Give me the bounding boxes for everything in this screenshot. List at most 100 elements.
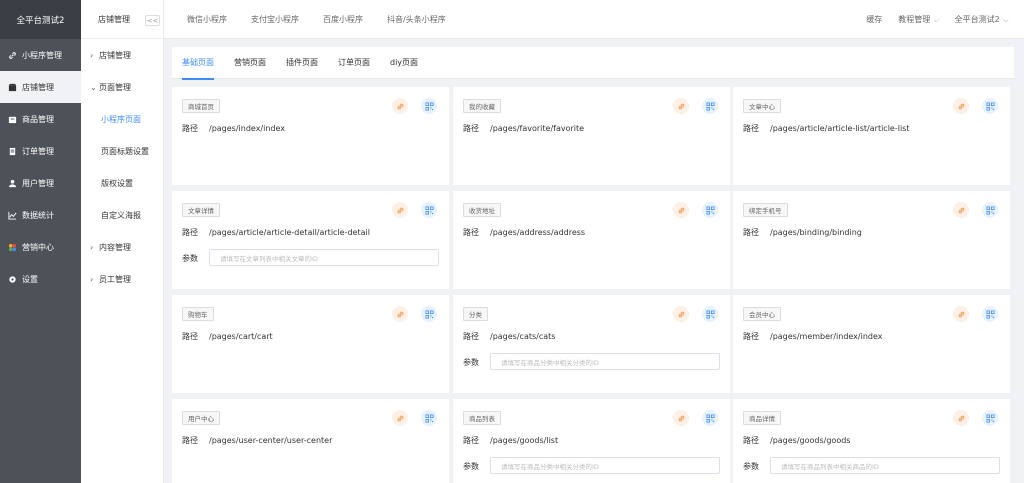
qrcode-icon	[705, 413, 715, 423]
sidebar-item-shop[interactable]: 店铺管理	[0, 71, 81, 103]
copy-link-button[interactable]	[392, 410, 408, 426]
qrcode-button[interactable]	[702, 98, 718, 114]
link-icon	[957, 310, 966, 319]
tab-order-pages[interactable]: 订单页面	[338, 47, 370, 79]
path-value: /pages/goods/goods	[770, 436, 851, 445]
sidebar-item-stats[interactable]: 数据统计	[0, 199, 81, 231]
param-label: 参数	[743, 462, 759, 471]
subnav-item-miniprogram-pages[interactable]: 小程序页面	[81, 103, 163, 135]
copy-link-button[interactable]	[953, 410, 969, 426]
subnav-header: 店铺管理 <<	[81, 0, 163, 39]
path-label: 路径	[182, 124, 198, 133]
platform-tab-baidu[interactable]: 百度小程序	[323, 14, 363, 25]
header-actions: 缓存 教程管理 ⌵ 全平台测试2 ⌵	[866, 0, 1024, 39]
subnav-group-shop[interactable]: › 店铺管理	[81, 39, 163, 71]
link-icon	[677, 414, 686, 423]
param-label: 参数	[463, 358, 479, 367]
copy-link-button[interactable]	[953, 98, 969, 114]
qrcode-icon	[424, 309, 434, 319]
qrcode-button[interactable]	[702, 410, 718, 426]
tab-marketing-pages[interactable]: 营销页面	[234, 47, 266, 79]
qrcode-button[interactable]	[982, 410, 998, 426]
copy-link-button[interactable]	[673, 98, 689, 114]
page-name-tag: 会员中心	[743, 307, 781, 321]
path-row: 路径/pages/favorite/favorite	[463, 123, 584, 134]
sidebar-item-marketing[interactable]: 营销中心	[0, 231, 81, 263]
path-label: 路径	[182, 228, 198, 237]
copy-link-button[interactable]	[953, 202, 969, 218]
link-icon	[396, 414, 405, 423]
qrcode-button[interactable]	[421, 98, 437, 114]
sidebar-item-miniprogram[interactable]: 小程序管理	[0, 39, 81, 71]
sidebar-item-settings[interactable]: 设置	[0, 263, 81, 295]
goods-icon	[8, 115, 17, 124]
path-row: 路径/pages/cart/cart	[182, 331, 273, 342]
link-icon	[396, 102, 405, 111]
tutorial-menu[interactable]: 教程管理 ⌵	[898, 14, 938, 25]
subnav-group-content[interactable]: › 内容管理	[81, 231, 163, 263]
path-row: 路径/pages/goods/list	[463, 435, 558, 446]
copy-link-button[interactable]	[673, 410, 689, 426]
qrcode-icon	[705, 205, 715, 215]
param-input[interactable]: 请填写在商品分类中相关分类的ID	[490, 353, 720, 370]
subnav-item-copyright[interactable]: 版权设置	[81, 167, 163, 199]
link-icon	[396, 310, 405, 319]
path-label: 路径	[182, 332, 198, 341]
sidebar-item-label: 店铺管理	[22, 82, 54, 92]
qrcode-button[interactable]	[421, 202, 437, 218]
subnav-item-page-titles[interactable]: 页面标题设置	[81, 135, 163, 167]
page-name-tag: 商城首页	[182, 99, 220, 113]
sidebar-item-orders[interactable]: 订单管理	[0, 135, 81, 167]
qrcode-icon	[424, 413, 434, 423]
chevron-right-icon: ›	[90, 50, 94, 60]
subnav-group-staff[interactable]: › 员工管理	[81, 263, 163, 295]
subnav-item-custom-poster[interactable]: 自定义海报	[81, 199, 163, 231]
copy-link-button[interactable]	[392, 202, 408, 218]
qrcode-button[interactable]	[982, 98, 998, 114]
param-input[interactable]: 请填写在商品列表中相关商品的ID	[770, 457, 1000, 474]
path-row: 路径/pages/address/address	[463, 227, 585, 238]
path-label: 路径	[743, 436, 759, 445]
path-value: /pages/user-center/user-center	[209, 436, 333, 445]
path-row: 路径/pages/cats/cats	[463, 331, 555, 342]
tab-basic-pages[interactable]: 基础页面	[182, 47, 214, 80]
tab-plugin-pages[interactable]: 插件页面	[286, 47, 318, 79]
param-input[interactable]: 请填写在商品分类中相关分类的ID	[490, 457, 720, 474]
link-icon	[8, 51, 17, 60]
copy-link-button[interactable]	[392, 98, 408, 114]
cache-link[interactable]: 缓存	[866, 14, 882, 25]
page-card: 我的收藏 路径/pages/favorite/favorite	[453, 87, 730, 185]
platform-tab-douyin[interactable]: 抖音/头条小程序	[387, 14, 446, 25]
copy-link-button[interactable]	[953, 306, 969, 322]
copy-link-button[interactable]	[673, 306, 689, 322]
collapse-button[interactable]: <<	[145, 15, 160, 26]
param-row: 参数	[182, 253, 209, 264]
subnav-group-pages[interactable]: ⌄ 页面管理	[81, 71, 163, 103]
qrcode-button[interactable]	[702, 202, 718, 218]
path-label: 路径	[182, 436, 198, 445]
order-icon	[8, 147, 17, 156]
qrcode-button[interactable]	[421, 306, 437, 322]
qrcode-button[interactable]	[982, 202, 998, 218]
sidebar-item-users[interactable]: 用户管理	[0, 167, 81, 199]
qrcode-button[interactable]	[982, 306, 998, 322]
platform-tab-wechat[interactable]: 微信小程序	[187, 14, 227, 25]
qrcode-button[interactable]	[702, 306, 718, 322]
path-label: 路径	[463, 332, 479, 341]
copy-link-button[interactable]	[392, 306, 408, 322]
sidebar-item-goods[interactable]: 商品管理	[0, 103, 81, 135]
path-value: /pages/address/address	[490, 228, 586, 237]
marketing-icon	[8, 243, 17, 252]
subnav-group-label: 内容管理	[99, 242, 131, 252]
account-menu[interactable]: 全平台测试2 ⌵	[955, 14, 1008, 25]
platform-tab-alipay[interactable]: 支付宝小程序	[251, 14, 299, 25]
brand-title[interactable]: 全平台测试2	[0, 0, 81, 39]
copy-link-button[interactable]	[673, 202, 689, 218]
param-input[interactable]: 请填写在文章列表中相关文章的ID	[209, 249, 439, 266]
tab-diy-pages[interactable]: diy页面	[390, 47, 418, 79]
param-label: 参数	[182, 254, 198, 263]
qrcode-button[interactable]	[421, 410, 437, 426]
sidebar-item-label: 商品管理	[22, 114, 54, 124]
link-icon	[677, 206, 686, 215]
page-name-tag: 文章详情	[182, 203, 220, 217]
